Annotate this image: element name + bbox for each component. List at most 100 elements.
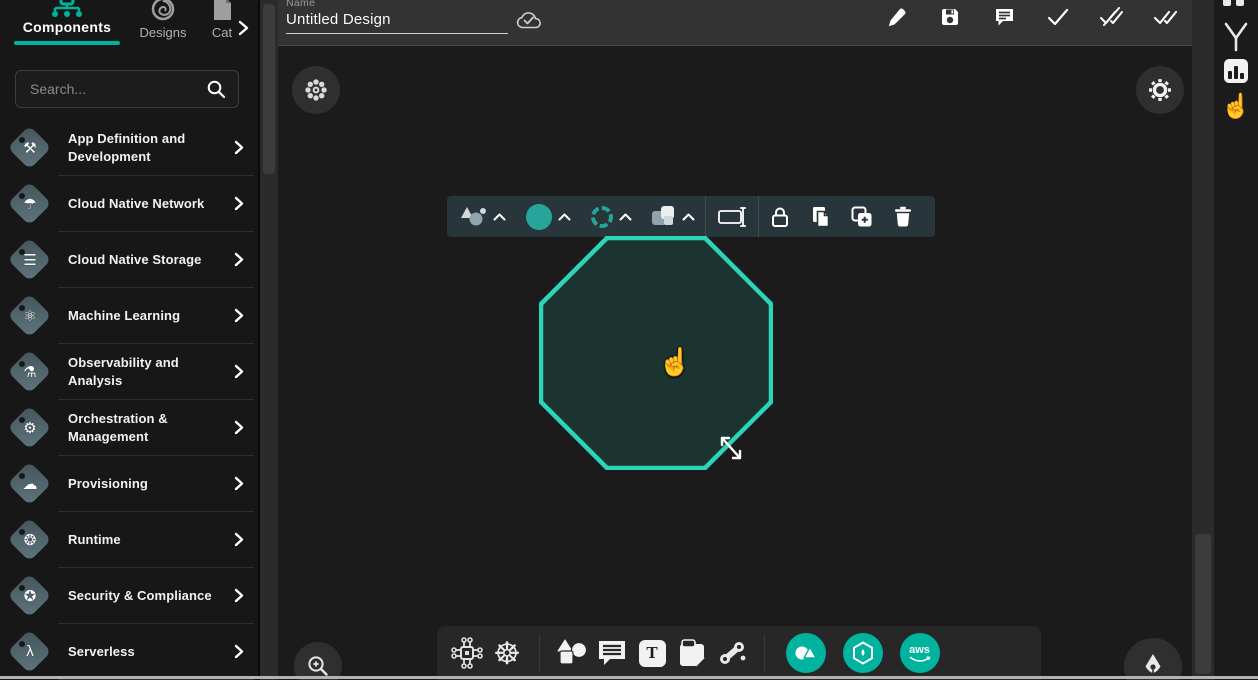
sidebar-item-cloud-native-network[interactable]: ☂ Cloud Native Network — [0, 176, 258, 231]
search-input[interactable] — [28, 80, 206, 98]
sidebar-item-observability[interactable]: ⚗ Observability and Analysis — [0, 344, 258, 399]
chevron-right-icon — [234, 308, 244, 323]
comment-tool-button[interactable] — [592, 631, 632, 675]
sidebar-item-machine-learning[interactable]: ⚛ Machine Learning — [0, 288, 258, 343]
fit-view-button[interactable] — [292, 66, 340, 114]
design-canvas[interactable]: ☝ — [278, 46, 1192, 680]
shapes-library-button[interactable] — [786, 633, 826, 673]
tab-designs[interactable]: Designs — [130, 0, 196, 40]
duplicate-button[interactable] — [800, 196, 841, 237]
right-rail: ☝ — [1214, 0, 1258, 680]
flowchart-fork-button[interactable] — [1214, 20, 1258, 54]
tab-components[interactable]: Components — [14, 0, 120, 45]
catalog-icon — [211, 0, 233, 22]
sidebar-item-provisioning[interactable]: ☁ Provisioning — [0, 456, 258, 511]
shapes-tool-button[interactable] — [552, 631, 592, 675]
clipped-panel-icon[interactable] — [1223, 0, 1244, 6]
kanvas-designer-app: { "colors": { "accent": "#00b39f", "octa… — [0, 0, 1258, 680]
note-tool-button[interactable] — [672, 631, 712, 675]
category-tag-icon: ⚒ — [8, 126, 52, 170]
category-list: ⚒ App Definition and Development ☂ Cloud… — [0, 120, 258, 680]
hexagon-library-button[interactable] — [843, 633, 883, 673]
zoom-in-button[interactable] — [294, 642, 342, 680]
lock-icon — [770, 206, 790, 228]
node-context-toolbar — [447, 196, 935, 237]
sidebar-item-cloud-native-storage[interactable]: ☰ Cloud Native Storage — [0, 232, 258, 287]
link-icon — [716, 639, 748, 667]
resize-handle-icon[interactable] — [715, 434, 747, 462]
sidebar-item-serverless[interactable]: λ Serverless — [0, 624, 258, 679]
zoom-in-icon — [306, 654, 330, 678]
chevron-right-icon — [234, 196, 244, 211]
kubernetes-button[interactable]: ☸ — [487, 631, 527, 675]
scrollbar-thumb[interactable] — [1195, 534, 1211, 674]
fork-y-icon — [1222, 22, 1250, 52]
group-arrange-dropdown[interactable] — [642, 196, 705, 237]
category-tag-icon: ⚛ — [8, 294, 52, 338]
kubernetes-wheel-icon: ☸ — [493, 638, 521, 669]
sidebar-scrollbar[interactable] — [260, 0, 278, 680]
chevron-right-icon — [234, 588, 244, 603]
category-tag-icon: ✪ — [8, 574, 52, 618]
aws-logo: aws — [909, 645, 930, 656]
sidebar-item-security[interactable]: ✪ Security & Compliance — [0, 568, 258, 623]
double-check-icon — [1154, 8, 1179, 26]
comment-icon — [994, 7, 1015, 27]
category-tag-icon: ☁ — [8, 462, 52, 506]
aws-smile-icon — [909, 656, 931, 663]
fill-color-swatch — [526, 204, 552, 230]
components-palette-button[interactable] — [447, 631, 487, 675]
panel-scrollbar[interactable] — [1192, 0, 1214, 680]
sidebar-item-app-definition[interactable]: ⚒ App Definition and Development — [0, 120, 258, 175]
interaction-mode-button[interactable]: ☝ — [1214, 90, 1258, 122]
tab-catalog[interactable]: Cat — [202, 0, 242, 40]
layers-icon — [652, 206, 676, 228]
pen-mode-button[interactable] — [1124, 638, 1182, 680]
tab-designs-label: Designs — [140, 25, 187, 40]
fill-color-dropdown[interactable] — [516, 196, 581, 237]
tab-catalog-label: Cat — [212, 25, 232, 40]
add-to-layer-icon — [851, 206, 873, 228]
canvas-dock: ☸ T — [437, 626, 1041, 680]
stroke-style-dropdown[interactable] — [581, 196, 642, 237]
window-bottom-edge — [0, 676, 1258, 679]
edge-tool-button[interactable] — [712, 631, 752, 675]
sidebar-tabs: Components Designs Cat — [0, 0, 258, 60]
bar-chart-icon — [1224, 59, 1248, 83]
dry-run-button[interactable] — [1096, 1, 1128, 33]
search-icon — [206, 79, 226, 99]
category-tag-icon: λ — [8, 630, 52, 674]
canvas-settings-button[interactable] — [1136, 66, 1184, 114]
category-tag-icon: ⚗ — [8, 350, 52, 394]
add-copy-button[interactable] — [841, 196, 882, 237]
text-tool-button[interactable]: T — [632, 631, 672, 675]
shape-picker-dropdown[interactable] — [449, 196, 516, 237]
chevron-up-icon — [493, 213, 506, 221]
rename-button[interactable] — [706, 196, 758, 237]
save-button[interactable] — [934, 1, 966, 33]
tab-components-label: Components — [23, 19, 112, 35]
designs-rose-icon — [150, 0, 176, 22]
edit-button[interactable] — [880, 1, 912, 33]
circuit-icon — [448, 634, 486, 672]
shapes-icon — [554, 637, 590, 669]
divider — [764, 634, 765, 672]
chart-panel-button[interactable] — [1214, 56, 1258, 86]
components-icon — [47, 0, 87, 18]
sidebar-item-runtime[interactable]: ❂ Runtime — [0, 512, 258, 567]
design-name-input[interactable] — [286, 9, 508, 34]
delete-button[interactable] — [882, 196, 923, 237]
lock-button[interactable] — [759, 196, 800, 237]
sidebar-item-orchestration[interactable]: ⚙ Orchestration & Management — [0, 400, 258, 455]
flower-icon — [304, 78, 328, 102]
aws-library-button[interactable]: aws — [900, 633, 940, 673]
teal-shapes-icon — [794, 643, 818, 663]
note-icon — [677, 639, 707, 667]
tabs-scroll-right-icon[interactable] — [238, 20, 249, 36]
copy-icon — [811, 206, 831, 228]
deploy-button[interactable] — [1150, 1, 1182, 33]
scrollbar-thumb[interactable] — [263, 4, 275, 174]
validate-button[interactable] — [1042, 1, 1074, 33]
comment-button[interactable] — [988, 1, 1020, 33]
chevron-right-icon — [234, 420, 244, 435]
